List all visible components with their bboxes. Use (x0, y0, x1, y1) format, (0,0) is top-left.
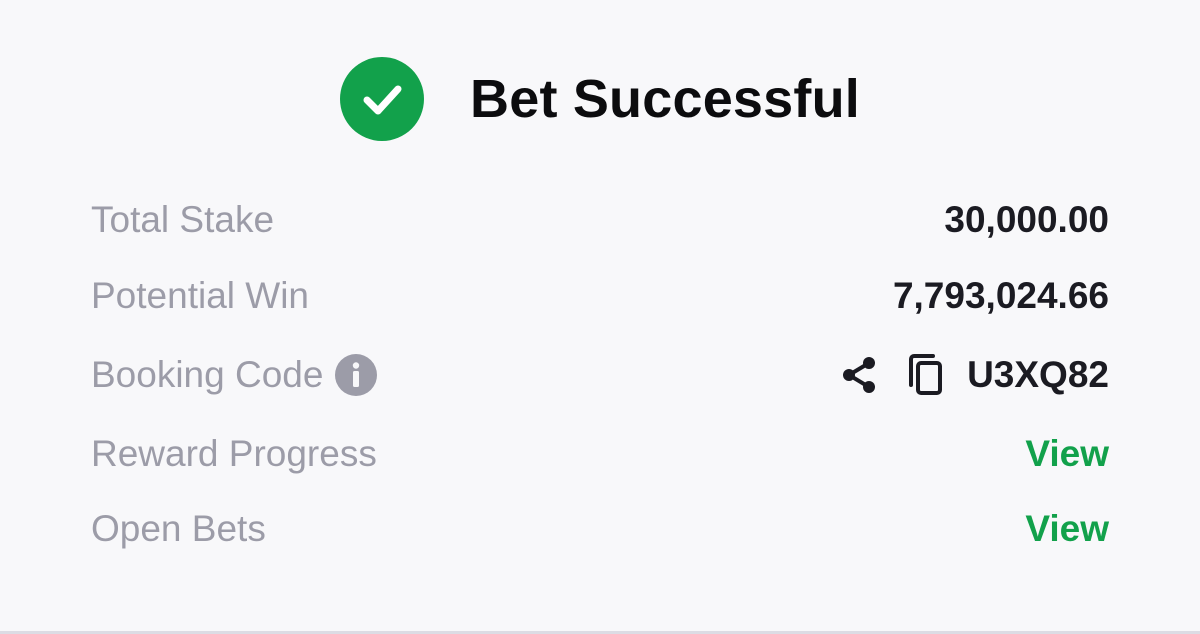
potential-win-value: 7,793,024.66 (892, 275, 1109, 316)
bet-success-panel: Bet Successful Total Stake 30,000.00 Pot… (0, 0, 1200, 634)
page-title: Bet Successful (470, 69, 860, 129)
potential-win-label: Potential Win (91, 275, 309, 316)
reward-progress-view-link[interactable]: View (1025, 433, 1109, 475)
reward-progress-label: Reward Progress (91, 433, 377, 474)
total-stake-label: Total Stake (91, 199, 275, 240)
total-stake-value: 30,000.00 (944, 199, 1109, 240)
booking-code-label: Booking Code (91, 354, 324, 395)
booking-code-row: Booking Code U3XQ82 (91, 345, 1109, 405)
share-icon[interactable] (839, 355, 879, 395)
potential-win-row: Potential Win 7,793,024.66 (91, 266, 1109, 326)
booking-code-label-group: Booking Code (91, 354, 378, 396)
booking-code-value-group: U3XQ82 (839, 353, 1109, 397)
check-circle-icon (340, 57, 425, 141)
open-bets-label: Open Bets (91, 508, 266, 549)
total-stake-row: Total Stake 30,000.00 (91, 190, 1109, 250)
reward-progress-row: Reward Progress View (91, 424, 1109, 484)
booking-code-value[interactable]: U3XQ82 (967, 354, 1109, 396)
success-header: Bet Successful (0, 56, 1200, 142)
open-bets-view-link[interactable]: View (1025, 508, 1109, 550)
copy-icon[interactable] (905, 353, 945, 397)
checkmark-icon (363, 85, 402, 115)
open-bets-row: Open Bets View (91, 499, 1109, 559)
info-icon[interactable] (335, 354, 378, 396)
